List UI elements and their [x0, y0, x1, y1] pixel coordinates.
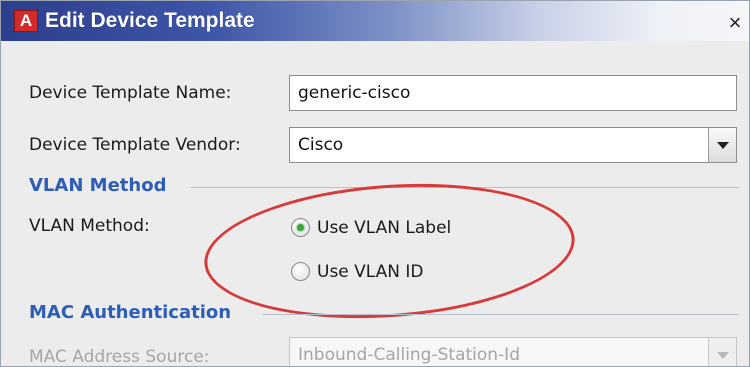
chevron-down-icon	[717, 142, 729, 149]
section-divider	[191, 187, 739, 188]
close-button[interactable]: ×	[721, 11, 749, 37]
mac-authentication-section-title: MAC Authentication	[29, 302, 232, 323]
radio-use-vlan-label[interactable]: Use VLAN Label	[291, 215, 491, 241]
vendor-dropdown-button[interactable]	[708, 128, 736, 162]
edit-device-template-dialog: A Edit Device Template × Device Template…	[0, 0, 750, 367]
mac-source-dropdown-button[interactable]	[708, 338, 736, 366]
mac-address-source-select[interactable]: Inbound-Calling-Station-Id	[289, 337, 737, 366]
radio-use-vlan-label-text: Use VLAN Label	[317, 218, 452, 238]
title-bar: A Edit Device Template ×	[1, 1, 749, 41]
mac-address-source-label: MAC Address Source:	[29, 347, 210, 367]
device-template-vendor-label: Device Template Vendor:	[29, 135, 241, 155]
device-template-vendor-select[interactable]: Cisco	[289, 127, 737, 163]
radio-button-checked[interactable]	[291, 218, 310, 237]
radio-use-vlan-id[interactable]: Use VLAN ID	[291, 259, 491, 285]
vlan-method-label: VLAN Method:	[29, 216, 150, 236]
app-logo-icon: A	[14, 10, 38, 32]
radio-button-unchecked[interactable]	[291, 262, 310, 281]
vendor-selected-value: Cisco	[298, 135, 344, 155]
window-title: Edit Device Template	[45, 9, 255, 32]
radio-use-vlan-id-text: Use VLAN ID	[317, 262, 424, 282]
device-template-name-label: Device Template Name:	[29, 83, 232, 103]
device-template-name-input[interactable]: generic-cisco	[289, 75, 737, 111]
red-highlight-ellipse	[199, 172, 580, 330]
vlan-method-section-title: VLAN Method	[29, 175, 167, 196]
section-divider	[263, 314, 739, 315]
chevron-down-icon	[717, 352, 729, 359]
mac-source-selected-value: Inbound-Calling-Station-Id	[298, 345, 520, 365]
